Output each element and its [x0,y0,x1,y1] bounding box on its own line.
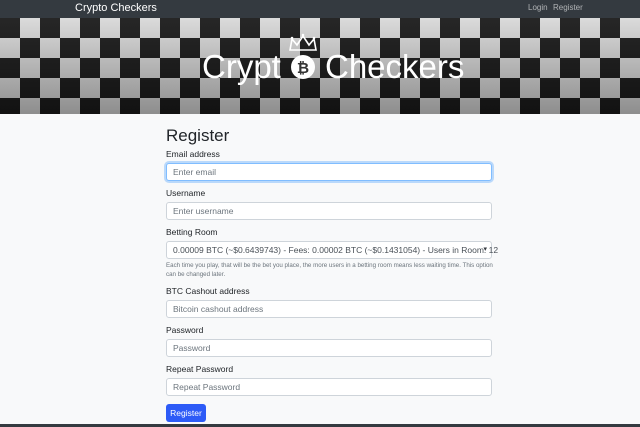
repeat-password-field[interactable] [166,378,492,396]
password-field[interactable] [166,339,492,357]
bitcoin-icon: ₿ [291,55,315,79]
top-navbar: Crypto Checkers Login Register [0,0,640,18]
email-label: Email address [166,149,220,159]
page-title: Register [166,126,230,145]
logo-text-right: Checkers [325,48,464,85]
betting-room-label: Betting Room [166,227,218,237]
btc-address-label: BTC Cashout address [166,286,250,296]
btc-address-field[interactable] [166,300,492,318]
register-button[interactable]: Register [166,404,206,422]
logo: Crypt ₿ Checkers [202,33,464,85]
nav-register-link[interactable]: Register [553,3,583,13]
chevron-down-icon: ▾ [483,246,487,253]
svg-text:₿: ₿ [297,60,309,77]
crown-icon [289,33,317,51]
logo-text-left: Crypt [202,48,281,85]
repeat-password-label: Repeat Password [166,364,234,374]
password-label: Password [166,325,204,335]
brand-link[interactable]: Crypto Checkers [75,1,157,15]
username-label: Username [166,188,206,198]
betting-room-selected-value: 0.00009 BTC (~$0.6439743) - Fees: 0.0000… [173,245,499,255]
betting-room-help-text: Each time you play, that will be the bet… [166,262,493,278]
username-field[interactable] [166,202,492,220]
betting-room-select[interactable]: 0.00009 BTC (~$0.6439743) - Fees: 0.0000… [166,241,498,259]
nav-login-link[interactable]: Login [528,3,548,13]
hero-banner: Crypt ₿ Checkers [0,18,640,114]
email-field[interactable] [166,163,492,181]
